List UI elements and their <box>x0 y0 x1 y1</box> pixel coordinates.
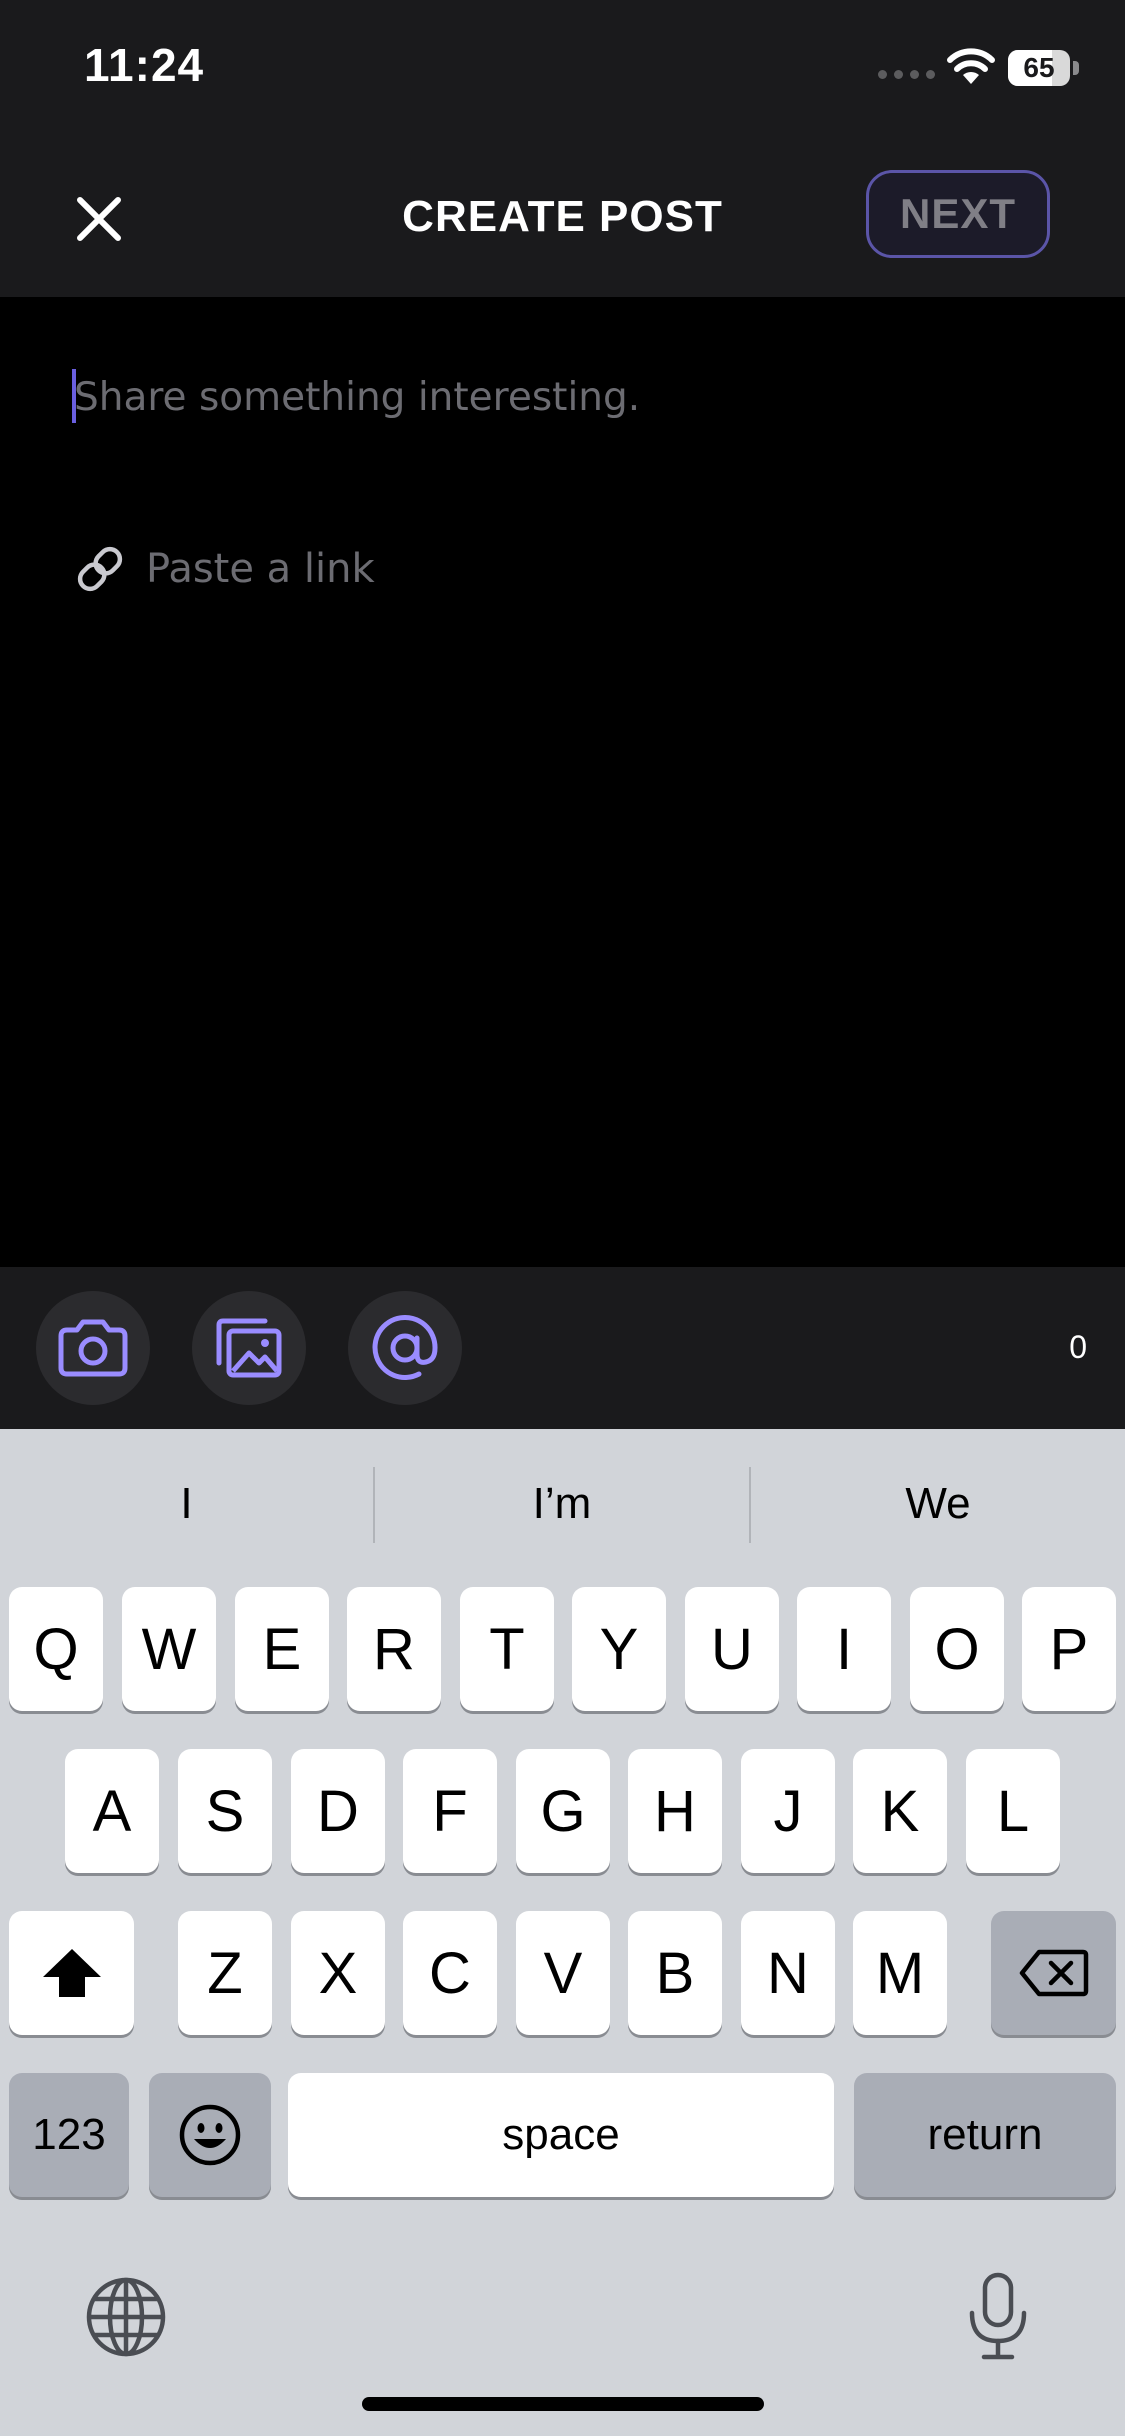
key-k[interactable]: K <box>853 1749 947 1873</box>
shift-icon <box>42 1949 101 1997</box>
key-w[interactable]: W <box>122 1587 216 1711</box>
key-t[interactable]: T <box>460 1587 554 1711</box>
emoji-key[interactable] <box>149 2073 271 2197</box>
key-i[interactable]: I <box>797 1587 891 1711</box>
key-e[interactable]: E <box>235 1587 329 1711</box>
battery-level: 65 <box>1023 52 1055 83</box>
backspace-icon <box>1019 1949 1088 1997</box>
compose-toolbar: 0 <box>0 1267 1125 1429</box>
home-indicator <box>362 2397 764 2411</box>
key-u[interactable]: U <box>685 1587 779 1711</box>
key-f[interactable]: F <box>403 1749 497 1873</box>
key-n[interactable]: N <box>741 1911 835 2035</box>
key-p[interactable]: P <box>1022 1587 1116 1711</box>
header-bar: CREATE POST NEXT <box>0 140 1125 297</box>
gallery-icon <box>216 1318 282 1378</box>
key-m[interactable]: M <box>853 1911 947 2035</box>
key-l[interactable]: L <box>966 1749 1060 1873</box>
suggestion-item[interactable]: I <box>0 1464 373 1544</box>
compose-area: Paste a link <box>0 297 1125 1267</box>
post-text-input[interactable] <box>74 359 1054 435</box>
mention-button[interactable] <box>348 1291 462 1405</box>
key-y[interactable]: Y <box>572 1587 666 1711</box>
return-key[interactable]: return <box>854 2073 1116 2197</box>
space-key[interactable]: space <box>288 2073 834 2197</box>
key-r[interactable]: R <box>347 1587 441 1711</box>
key-s[interactable]: S <box>178 1749 272 1873</box>
status-time: 11:24 <box>84 39 205 91</box>
suggestion-item[interactable]: We <box>751 1464 1125 1544</box>
delete-key[interactable] <box>991 1911 1116 2035</box>
numbers-key[interactable]: 123 <box>9 2073 129 2197</box>
mention-icon <box>372 1315 438 1380</box>
key-o[interactable]: O <box>910 1587 1004 1711</box>
key-d[interactable]: D <box>291 1749 385 1873</box>
shift-key[interactable] <box>9 1911 134 2035</box>
gallery-button[interactable] <box>192 1291 306 1405</box>
key-g[interactable]: G <box>516 1749 610 1873</box>
wifi-icon <box>947 48 995 84</box>
key-q[interactable]: Q <box>9 1587 103 1711</box>
battery-icon: 65 <box>1008 50 1070 86</box>
key-z[interactable]: Z <box>178 1911 272 2035</box>
paste-link-button[interactable]: Paste a link <box>72 541 375 597</box>
globe-icon[interactable] <box>84 2275 168 2359</box>
key-h[interactable]: H <box>628 1749 722 1873</box>
link-icon <box>77 546 123 592</box>
paste-link-label: Paste a link <box>146 546 375 592</box>
battery-nub <box>1073 61 1079 75</box>
keyboard: I I’m We Q W E R T Y U I O P A S D F G H… <box>0 1429 1125 2436</box>
emoji-icon <box>179 2104 241 2166</box>
camera-button[interactable] <box>36 1291 150 1405</box>
character-count: 0 <box>1069 1329 1087 1365</box>
microphone-icon[interactable] <box>966 2271 1030 2363</box>
key-v[interactable]: V <box>516 1911 610 2035</box>
cellular-signal-icon <box>878 70 935 79</box>
suggestion-bar: I I’m We <box>0 1429 1125 1579</box>
key-x[interactable]: X <box>291 1911 385 2035</box>
key-b[interactable]: B <box>628 1911 722 2035</box>
suggestion-item[interactable]: I’m <box>375 1464 749 1544</box>
next-button[interactable]: NEXT <box>866 170 1050 258</box>
key-c[interactable]: C <box>403 1911 497 2035</box>
status-bar: 11:24 65 <box>0 0 1125 140</box>
key-j[interactable]: J <box>741 1749 835 1873</box>
key-a[interactable]: A <box>65 1749 159 1873</box>
camera-icon <box>58 1319 128 1377</box>
